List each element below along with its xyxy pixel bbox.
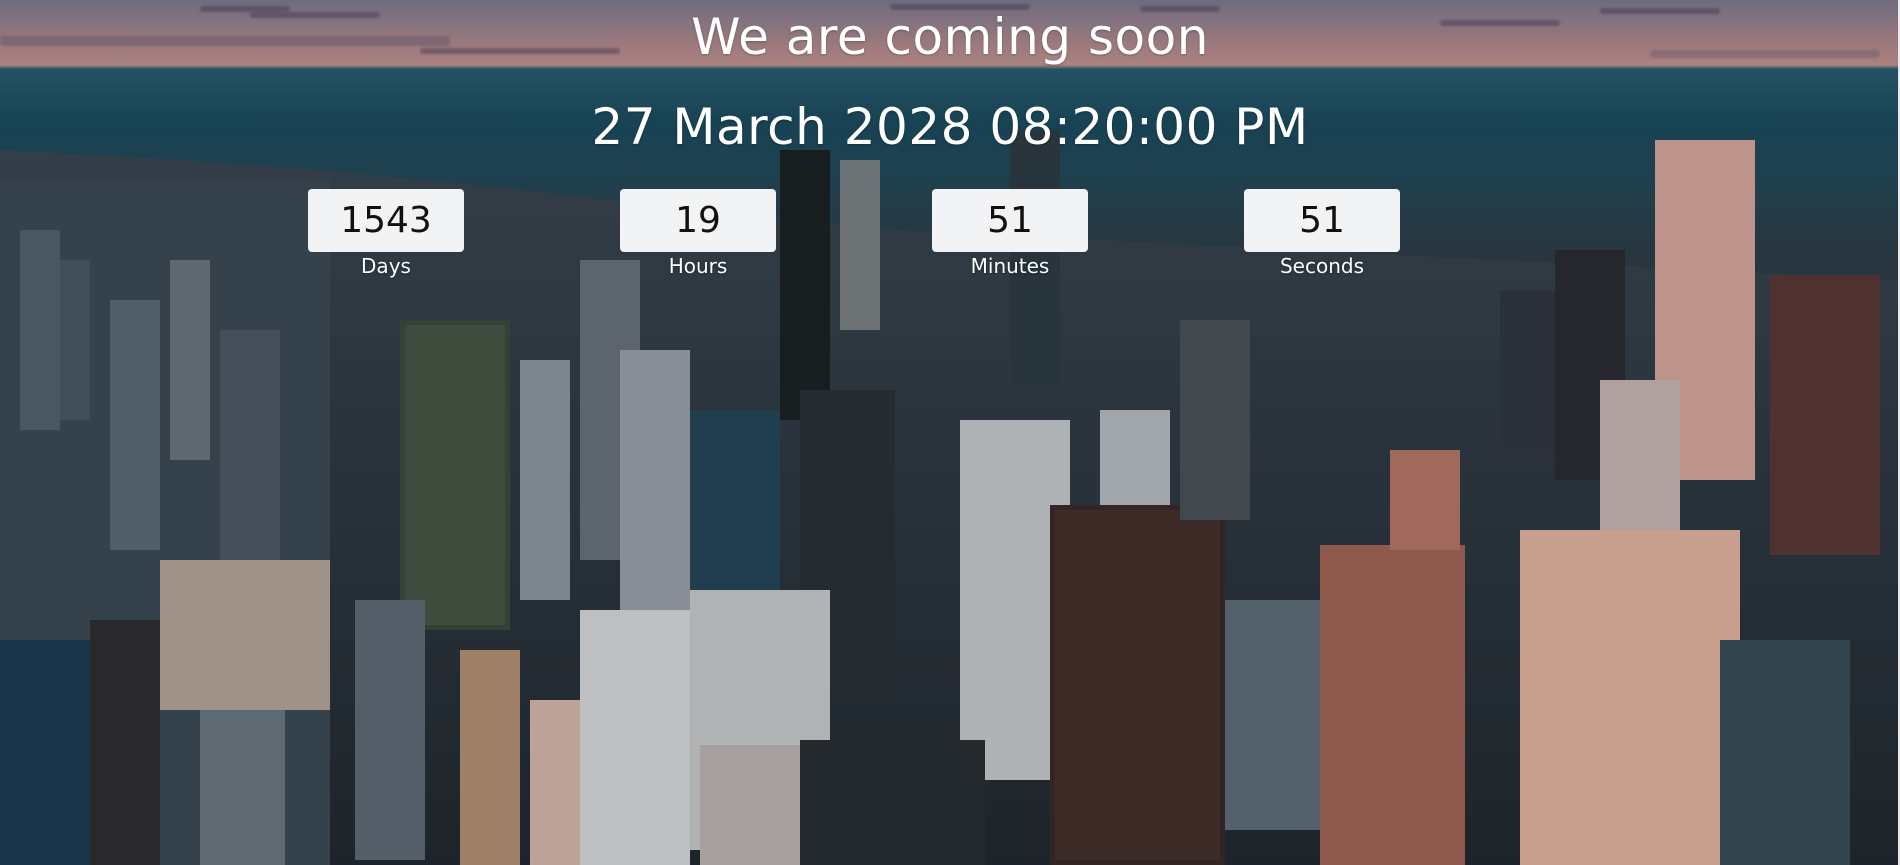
hours-label: Hours xyxy=(668,254,728,278)
page-title: We are coming soon xyxy=(691,8,1209,66)
seconds-value: 51 xyxy=(1244,189,1400,252)
minutes-value: 51 xyxy=(932,189,1088,252)
minutes-label: Minutes xyxy=(970,254,1050,278)
countdown-hours: 19 Hours xyxy=(620,189,776,278)
countdown-minutes: 51 Minutes xyxy=(932,189,1088,278)
seconds-label: Seconds xyxy=(1279,254,1365,278)
days-label: Days xyxy=(361,254,411,278)
countdown-timer: 1543 Days 19 Hours 51 Minutes 51 Seconds xyxy=(308,189,1400,285)
countdown-seconds: 51 Seconds xyxy=(1244,189,1400,278)
launch-date: 27 March 2028 08:20:00 PM xyxy=(591,98,1309,156)
countdown-days: 1543 Days xyxy=(308,189,464,278)
days-value: 1543 xyxy=(308,189,464,252)
hours-value: 19 xyxy=(620,189,776,252)
